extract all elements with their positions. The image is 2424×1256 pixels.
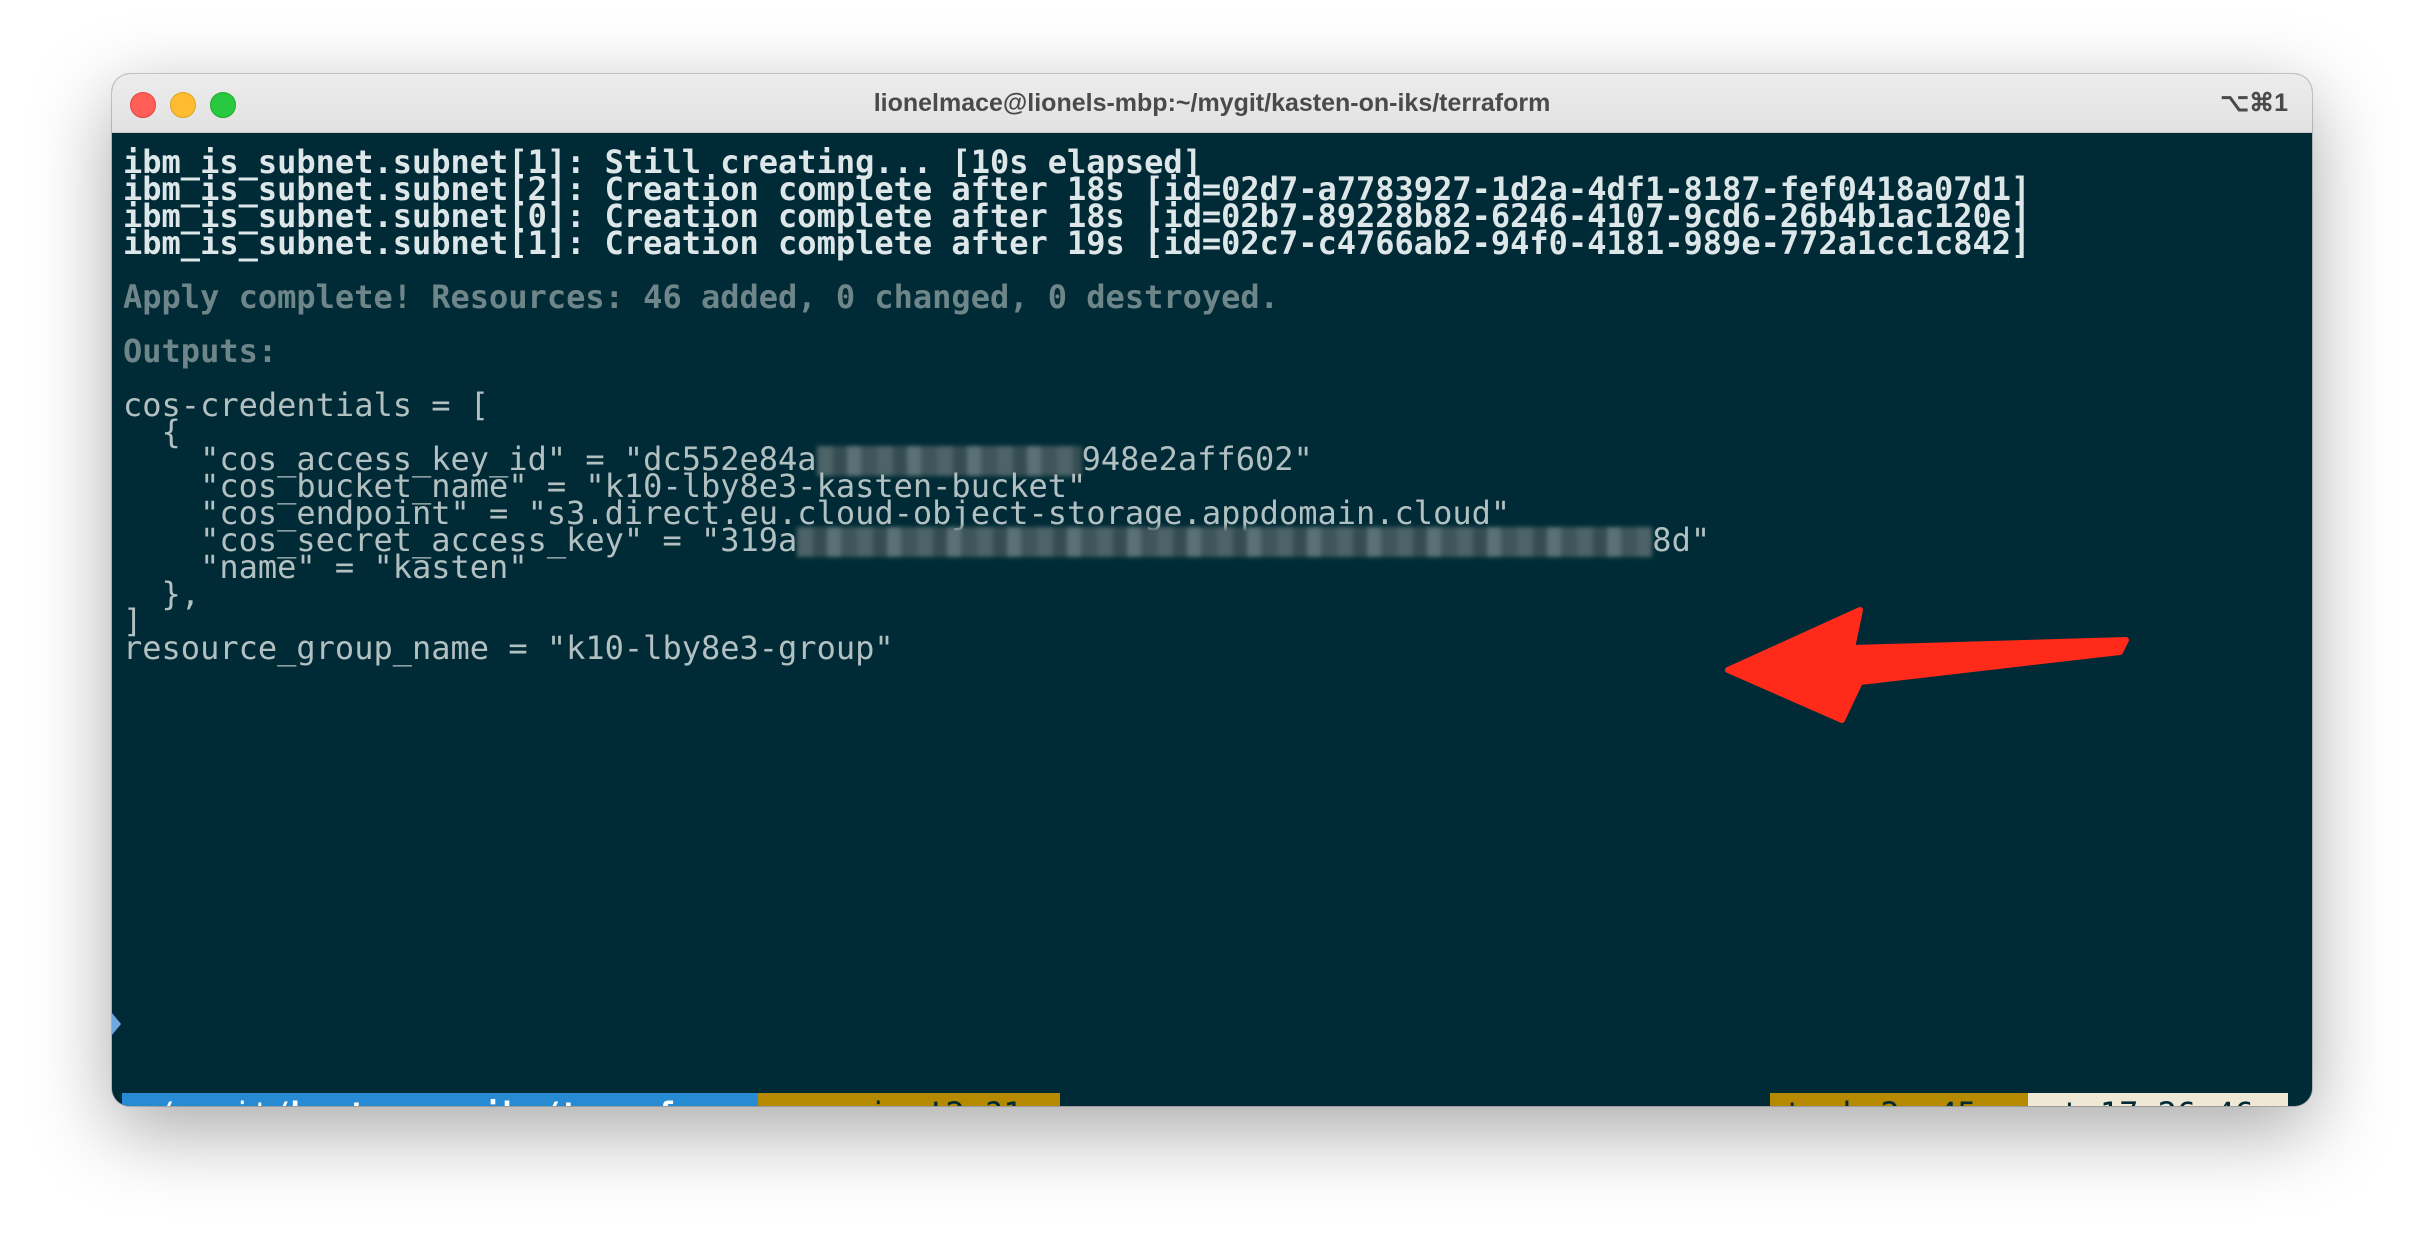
redacted-blur [797, 527, 1653, 557]
time-segment: at 17:26:46 [2028, 1093, 2288, 1106]
output-line: resource_group_name = "k10-lby8e3-group" [123, 629, 894, 667]
secret-key-suffix: 8d" [1652, 521, 1711, 559]
prompt-marker-icon [112, 1013, 121, 1035]
apply-complete-message: Apply complete! Resources: 46 added, 0 c… [123, 278, 1279, 316]
filler-dots: ........................................… [1058, 1093, 1732, 1106]
outputs-label: Outputs: [123, 332, 278, 370]
path-current: kasten-on-iks/terraform [290, 1095, 733, 1106]
terminal-window: lionelmace@lionels-mbp:~/mygit/kasten-on… [112, 74, 2312, 1106]
duration-segment: took 2m 45s [1770, 1093, 2028, 1106]
log-line: ibm_is_subnet.subnet[1]: Creation comple… [123, 224, 2031, 262]
path-prefix: ~/mygit/ [136, 1095, 290, 1106]
annotation-arrow-icon [1725, 607, 2129, 723]
prompt-status-bar: ~/mygit/kasten-on-iks/terraform on main … [122, 1093, 2288, 1106]
title-bar: lionelmace@lionels-mbp:~/mygit/kasten-on… [112, 74, 2312, 133]
window-title: lionelmace@lionels-mbp:~/mygit/kasten-on… [873, 89, 1551, 117]
access-key-suffix: 948e2aff602" [1081, 440, 1313, 478]
git-status-segment: on main !2 ?1 [758, 1093, 1060, 1106]
path-segment: ~/mygit/kasten-on-iks/terraform [122, 1093, 758, 1106]
window-shortcut: ⌥⌘1 [2220, 89, 2288, 117]
